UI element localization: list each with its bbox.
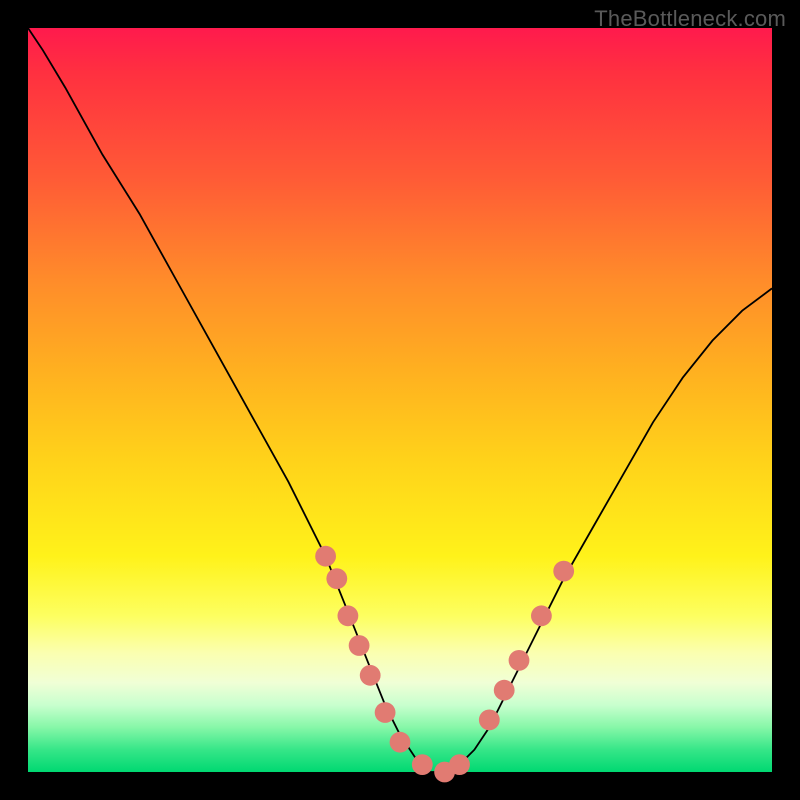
curve-marker	[494, 680, 515, 701]
chart-container: TheBottleneck.com	[0, 0, 800, 800]
curve-marker	[390, 732, 411, 753]
curve-layer	[28, 28, 772, 772]
curve-marker	[375, 702, 396, 723]
marker-group	[315, 546, 574, 783]
curve-marker	[326, 568, 347, 589]
curve-marker	[360, 665, 381, 686]
curve-marker	[338, 605, 359, 626]
curve-marker	[553, 561, 574, 582]
curve-marker	[315, 546, 336, 567]
curve-marker	[509, 650, 530, 671]
plot-area	[28, 28, 772, 772]
curve-marker	[412, 754, 433, 775]
curve-marker	[449, 754, 470, 775]
bottleneck-curve	[28, 28, 772, 772]
curve-marker	[479, 710, 500, 731]
curve-marker	[349, 635, 370, 656]
curve-marker	[531, 605, 552, 626]
